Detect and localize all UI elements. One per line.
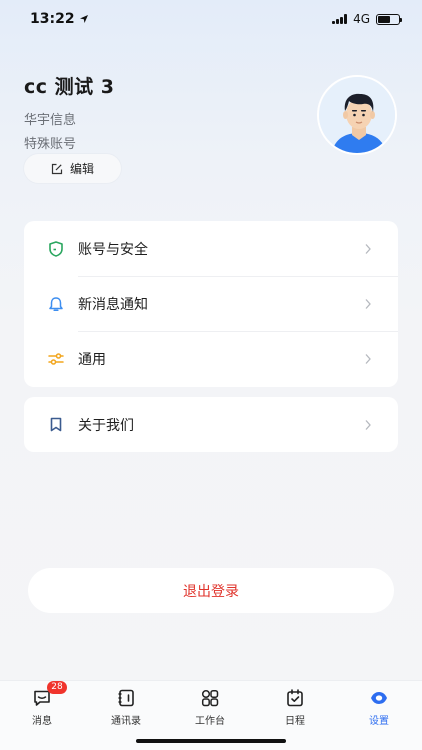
tab-contacts[interactable]: 通讯录 [84,681,168,727]
about-card: 关于我们 [24,397,398,452]
tab-label: 消息 [32,716,52,727]
eye-settings-icon [371,692,387,704]
menu-item-general[interactable]: 通用 [24,331,398,386]
signal-icon [332,14,348,24]
company-name: 华宇信息 [24,113,77,128]
contacts-icon [118,689,134,707]
sliders-icon [48,351,64,367]
status-indicators: 4G [332,12,402,26]
menu-item-label: 账号与安全 [78,241,148,258]
edit-icon [51,163,63,174]
tab-label: 日程 [285,716,305,727]
edit-label: 编辑 [69,162,94,176]
grid-icon [201,689,219,707]
chevron-right-icon [365,243,371,254]
tab-schedule[interactable]: 日程 [253,681,337,727]
profile-info: cc 测试 3 华宇信息 特殊账号 [24,72,114,152]
tab-settings[interactable]: 设置 [337,681,421,727]
shield-icon [48,240,64,257]
chevron-right-icon [365,419,371,430]
menu-item-label: 新消息通知 [78,296,148,313]
menu-item-label: 关于我们 [78,417,134,434]
chevron-right-icon [365,353,371,364]
calendar-check-icon [287,689,303,707]
menu-item-label: 通用 [78,351,106,368]
status-bar: 13:22 4G [0,0,422,38]
location-arrow-icon [79,15,88,23]
status-time-text: 13:22 [30,11,75,27]
menu-item-account-security[interactable]: 账号与安全 [24,221,398,276]
tab-label: 通讯录 [111,716,141,727]
logout-label: 退出登录 [183,583,239,600]
tab-messages[interactable]: 28 消息 [0,681,84,727]
edit-profile-button[interactable]: 编辑 [24,154,121,183]
logout-button[interactable]: 退出登录 [28,568,394,613]
tab-workbench[interactable]: 工作台 [168,681,252,727]
battery-icon [376,13,402,25]
home-indicator [136,739,286,743]
avatar-illustration [319,77,395,153]
bell-icon [48,296,64,312]
bookmark-icon [48,417,64,433]
battery-fill [378,15,390,23]
settings-card: 账号与安全 新消息通知 通用 [24,221,398,387]
account-type: 特殊账号 [24,137,77,152]
user-name: cc 测试 3 [24,76,115,98]
menu-item-notifications[interactable]: 新消息通知 [24,276,398,331]
tab-label: 工作台 [195,716,225,727]
tab-label: 设置 [369,716,389,727]
menu-item-about-us[interactable]: 关于我们 [24,397,398,452]
network-type: 4G [353,12,370,26]
unread-badge: 28 [47,681,67,694]
avatar[interactable] [317,75,397,155]
status-time: 13:22 [30,11,89,27]
chevron-right-icon [365,298,371,309]
